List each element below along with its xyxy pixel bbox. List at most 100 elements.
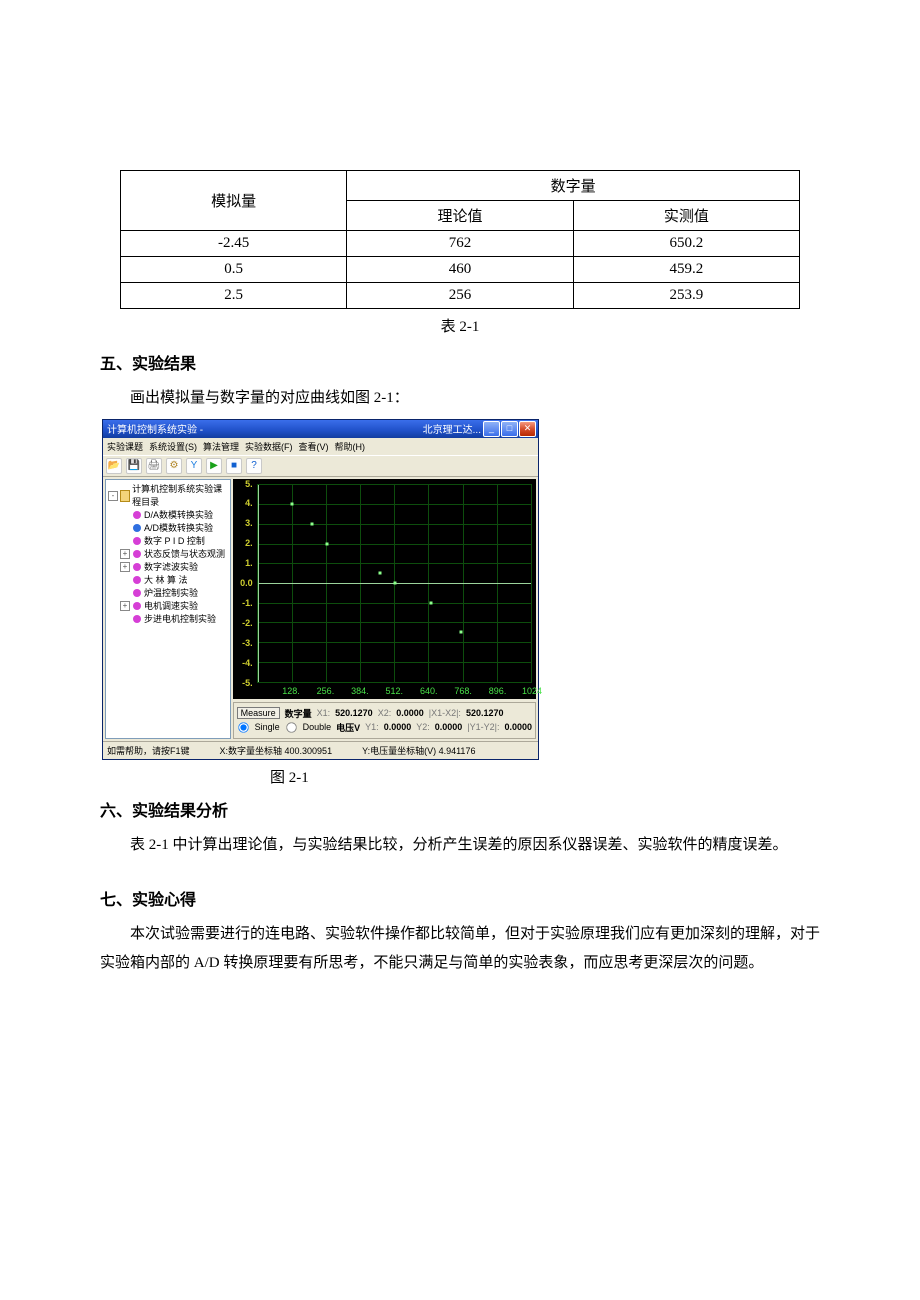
x2-value: 0.0000 (396, 708, 424, 718)
node-icon (133, 602, 141, 610)
tree-item[interactable]: 数字 P I D 控制 (120, 535, 228, 548)
section-6-text: 表 2-1 中计算出理论值，与实验结果比较，分析产生误差的原因系仪器误差、实验软… (100, 831, 820, 860)
y-tick-label: 5. (245, 479, 253, 489)
table-caption: 表 2-1 (100, 315, 820, 336)
tree-item[interactable]: +数字滤波实验 (120, 561, 228, 574)
tree-root-label[interactable]: 计算机控制系统实验课程目录 (132, 483, 227, 509)
mode-single-radio[interactable] (238, 722, 248, 732)
toolbar-button[interactable]: ▶ (206, 458, 222, 474)
toolbar-button[interactable]: ■ (226, 458, 242, 474)
y-tick-label: 3. (245, 518, 253, 528)
th-theory: 理论值 (347, 201, 573, 231)
tree-item[interactable]: + 状态反馈与状态观测 (120, 548, 228, 561)
node-icon (133, 524, 141, 532)
menu-item[interactable]: 算法管理 (203, 440, 239, 453)
tree-item-label: 大 林 算 法 (144, 574, 188, 587)
x-tick-label: 384. (351, 686, 369, 696)
table-row: -2.45 762 650.2 (121, 231, 800, 257)
y-tick-label: -1. (242, 598, 253, 608)
tree-item[interactable]: 炉温控制实验 (120, 587, 228, 600)
chart-panel: 5. 4. 3. 2. 1. 0.0 -1. -2. -3. -4. -5. 128. 256. 384… (233, 479, 536, 739)
data-point (430, 601, 433, 604)
window-title-right: 北京理工达... (423, 421, 481, 436)
expand-icon[interactable]: + (120, 601, 130, 611)
data-point (394, 582, 397, 585)
data-point (326, 542, 329, 545)
close-icon[interactable]: ✕ (519, 421, 536, 437)
window-title: 计算机控制系统实验 - (107, 421, 423, 436)
tree-collapse-icon[interactable]: - (108, 491, 118, 501)
th-analog: 模拟量 (121, 171, 347, 231)
tree-item-label: 状态反馈与状态观测 (144, 548, 225, 561)
title-bar[interactable]: 计算机控制系统实验 - 北京理工达... _ □ ✕ (103, 420, 538, 438)
node-icon (133, 511, 141, 519)
tree-item[interactable]: 大 林 算 法 (120, 574, 228, 587)
tree-item[interactable]: +电机调速实验 (120, 600, 228, 613)
node-icon (133, 615, 141, 623)
tree-item[interactable]: 步进电机控制实验 (120, 613, 228, 626)
table-2-1: 模拟量 数字量 理论值 实测值 -2.45 762 650.2 0.5 460 … (120, 170, 800, 309)
menu-item[interactable]: 帮助(H) (335, 440, 366, 453)
app-window: 计算机控制系统实验 - 北京理工达... _ □ ✕ 实验课题系统设置(S) 算法… (102, 419, 539, 760)
y2-value: 0.0000 (435, 722, 463, 732)
expand-icon[interactable]: + (120, 549, 130, 559)
y-tick-label: 0.0 (240, 578, 253, 588)
section-6-title: 六、实验结果分析 (100, 797, 820, 821)
expand-icon[interactable]: + (120, 562, 130, 572)
y-tick-label: 4. (245, 498, 253, 508)
folder-icon (120, 490, 130, 502)
table-row: 0.5 460 459.2 (121, 257, 800, 283)
status-y: Y:电压量坐标轴(V) 4.941176 (362, 744, 475, 757)
x1-value: 520.1270 (335, 708, 373, 718)
status-bar: 如需帮助，请按F1键 X:数字量坐标轴 400.300951 Y:电压量坐标轴(… (103, 741, 538, 759)
mode-double-radio[interactable] (286, 722, 296, 732)
x-tick-label: 640. (420, 686, 438, 696)
menu-bar: 实验课题系统设置(S) 算法管理实验数据(F) 查看(V) 帮助(H) (103, 438, 538, 455)
measure-button[interactable]: Measure (237, 707, 280, 719)
x-tick-label: 256. (317, 686, 335, 696)
section-7-title: 七、实验心得 (100, 886, 820, 910)
y-tick-label: 2. (245, 538, 253, 548)
section-5-text: 画出模拟量与数字量的对应曲线如图 2-1： (100, 384, 820, 413)
data-point (459, 631, 462, 634)
tree-item-label: 步进电机控制实验 (144, 613, 216, 626)
toolbar-button[interactable]: 📂 (106, 458, 122, 474)
menu-item[interactable]: 实验数据(F) (245, 440, 293, 453)
data-point (379, 572, 382, 575)
menu-item[interactable]: 实验课题 (107, 440, 143, 453)
dy-value: 0.0000 (504, 722, 532, 732)
toolbar-button[interactable]: 🖨 (146, 458, 162, 474)
x-tick-label: 768. (454, 686, 472, 696)
toolbar-button[interactable]: ? (246, 458, 262, 474)
toolbar-button[interactable]: ⚙ (166, 458, 182, 474)
plot-area[interactable]: 5. 4. 3. 2. 1. 0.0 -1. -2. -3. -4. -5. 128. 256. 384… (233, 479, 536, 699)
node-icon (133, 537, 141, 545)
figure-caption: 图 2-1 (270, 766, 820, 787)
data-point (291, 503, 294, 506)
node-icon (133, 563, 141, 571)
th-digital: 数字量 (347, 171, 800, 201)
x-tick-label: 896. (489, 686, 507, 696)
menu-item[interactable]: 系统设置(S) (149, 440, 197, 453)
tree-item[interactable]: D/A数模转换实验 (120, 509, 228, 522)
minimize-icon[interactable]: _ (483, 421, 500, 437)
dx-value: 520.1270 (466, 708, 504, 718)
tree-panel: - 计算机控制系统实验课程目录 D/A数模转换实验A/D模数转换实验数字 P I… (105, 479, 231, 739)
y-tick-label: -3. (242, 638, 253, 648)
row2-label: 电压V (336, 721, 360, 734)
menu-item[interactable]: 查看(V) (299, 440, 329, 453)
section-7-text: 本次试验需要进行的连电路、实验软件操作都比较简单，但对于实验原理我们应有更加深刻… (100, 920, 820, 977)
toolbar-button[interactable]: 💾 (126, 458, 142, 474)
tree-item-label: 数字 P I D 控制 (144, 535, 205, 548)
y-tick-label: 1. (245, 558, 253, 568)
row1-label: 数字量 (285, 707, 312, 720)
tree-item[interactable]: A/D模数转换实验 (120, 522, 228, 535)
maximize-icon[interactable]: □ (501, 421, 518, 437)
node-icon (133, 589, 141, 597)
y-tick-label: -2. (242, 618, 253, 628)
y-tick-label: -5. (242, 678, 253, 688)
status-x: X:数字量坐标轴 400.300951 (220, 744, 333, 757)
x-tick-label: 128. (282, 686, 300, 696)
toolbar-button[interactable]: Y (186, 458, 202, 474)
y-tick-label: -4. (242, 658, 253, 668)
